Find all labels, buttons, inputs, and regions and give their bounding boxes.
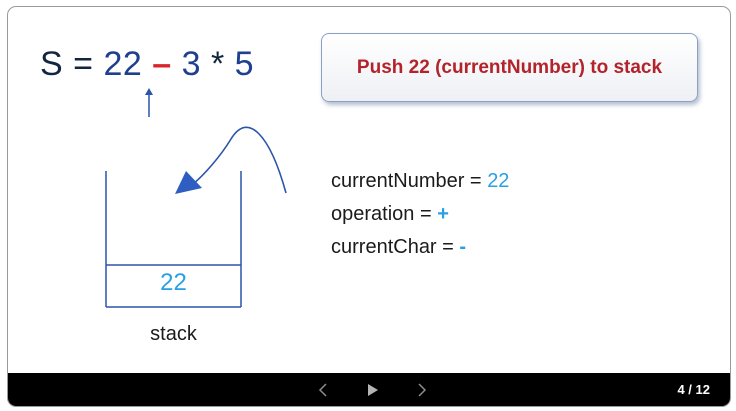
play-button[interactable]: [361, 373, 385, 406]
variable-name: operation =: [331, 203, 432, 225]
variables-panel: currentNumber = 22 operation = + current…: [331, 165, 509, 264]
variable-name: currentNumber =: [331, 170, 482, 192]
variable-value: -: [459, 236, 467, 258]
stack-label: stack: [150, 323, 197, 345]
previous-slide-button[interactable]: [311, 373, 335, 406]
slide-counter: 4 / 12: [677, 382, 710, 397]
stack-cell-value: 22: [160, 269, 187, 296]
push-arrow-head: [175, 171, 202, 194]
variable-value: 22: [487, 170, 510, 192]
chevron-right-icon: [418, 382, 427, 397]
variable-name: currentChar =: [331, 236, 454, 258]
play-icon: [368, 383, 378, 396]
slide-viewer: S = 22 – 3 * 5 Push 22 (currentNumber) t…: [7, 6, 731, 407]
next-slide-button[interactable]: [410, 373, 434, 406]
variable-current-number: currentNumber = 22: [331, 165, 509, 198]
variable-current-char: currentChar = -: [331, 231, 509, 264]
variable-operation: operation = +: [331, 198, 509, 231]
slide-controls-bar: 4 / 12: [8, 373, 730, 406]
chevron-left-icon: [318, 382, 327, 397]
slide: S = 22 – 3 * 5 Push 22 (currentNumber) t…: [8, 7, 730, 373]
variable-value: +: [437, 203, 449, 225]
push-arrow-curve: [191, 126, 287, 194]
